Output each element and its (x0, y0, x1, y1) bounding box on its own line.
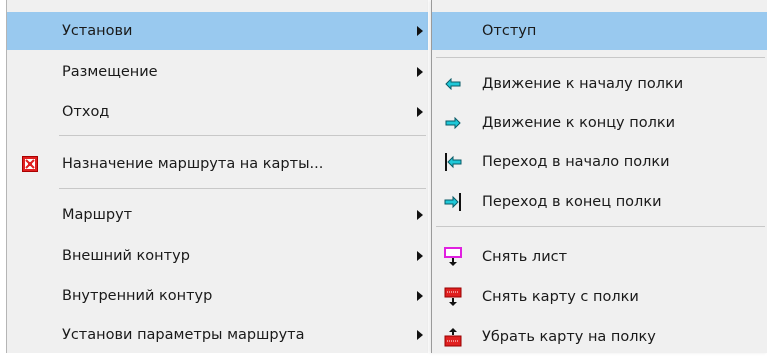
menu-item-label: Внешний контур (62, 248, 190, 264)
submenu-arrow-icon (417, 26, 423, 36)
submenu-item-remove-card[interactable]: Снять карту с полки (432, 278, 767, 316)
menu-item-label: Установи (62, 23, 133, 39)
menu-item-label: Внутренний контур (62, 288, 213, 304)
submenu-item-move-to-start[interactable]: Движение к началу полки (432, 65, 767, 103)
menu-item-marshrut[interactable]: Маршрут (7, 196, 429, 234)
store-card-icon (443, 327, 463, 347)
menu-item-label: Назначение маршрута на карты... (62, 156, 324, 172)
submenu-item-store-card[interactable]: Убрать карту на полку (432, 318, 767, 356)
menu-separator (59, 188, 426, 189)
submenu-arrow-icon (417, 251, 423, 261)
menu-item-label: Отступ (482, 23, 537, 39)
jump-to-end-icon (443, 192, 463, 212)
submenu-arrow-icon (417, 107, 423, 117)
submenu-item-move-to-end[interactable]: Движение к концу полки (432, 104, 767, 142)
menu-item-label: Убрать карту на полку (482, 329, 656, 345)
menu-separator (436, 57, 765, 58)
submenu-item-jump-to-start[interactable]: Переход в начало полки (432, 143, 767, 181)
menu-item-label: Переход в начало полки (482, 154, 670, 170)
submenu-arrow-icon (417, 291, 423, 301)
menu-item-outer-contour[interactable]: Внешний контур (7, 237, 429, 275)
menu-item-label: Установи параметры маршрута (62, 327, 305, 343)
menu-item-label: Движение к началу полки (482, 76, 684, 92)
menu-item-label: Снять карту с полки (482, 289, 639, 305)
submenu-item-otstup[interactable]: Отступ (432, 12, 767, 50)
jump-to-start-icon (443, 152, 463, 172)
arrow-right-icon (443, 113, 463, 133)
route-assign-icon (20, 154, 40, 174)
submenu-arrow-icon (417, 67, 423, 77)
menu-item-route-params[interactable]: Установи параметры маршрута (7, 316, 429, 354)
menu-item-assign-route[interactable]: Назначение маршрута на карты... (7, 145, 429, 183)
menu-item-ustanovi[interactable]: Установи (7, 12, 429, 50)
submenu-item-jump-to-end[interactable]: Переход в конец полки (432, 183, 767, 221)
menu-item-razmeshchenie[interactable]: Размещение (7, 53, 429, 91)
remove-card-icon (443, 287, 463, 307)
menu-item-label: Отход (62, 104, 110, 120)
context-menu: Установи Размещение Отход Назначение мар… (6, 0, 429, 353)
remove-sheet-icon (443, 247, 463, 267)
menu-item-label: Снять лист (482, 249, 568, 265)
menu-separator (436, 226, 765, 227)
menu-item-otkhod[interactable]: Отход (7, 93, 429, 131)
arrow-left-icon (443, 74, 463, 94)
submenu-arrow-icon (417, 210, 423, 220)
menu-item-label: Движение к концу полки (482, 115, 676, 131)
menu-item-label: Переход в конец полки (482, 194, 662, 210)
menu-separator (59, 135, 426, 136)
submenu-arrow-icon (417, 330, 423, 340)
submenu-item-remove-sheet[interactable]: Снять лист (432, 238, 767, 276)
menu-item-inner-contour[interactable]: Внутренний контур (7, 277, 429, 315)
menu-item-label: Маршрут (62, 207, 133, 223)
menu-item-label: Размещение (62, 64, 158, 80)
submenu: Отступ Движение к началу полки Движение … (431, 0, 767, 353)
